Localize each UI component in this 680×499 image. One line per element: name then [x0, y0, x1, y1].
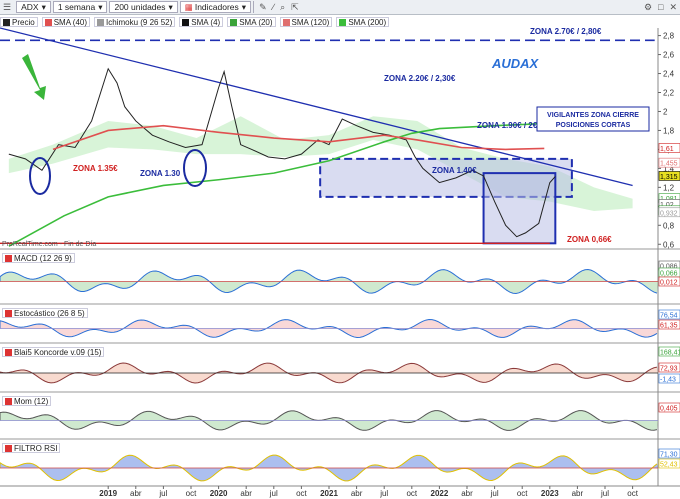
y-tick-label: 0,8 [663, 221, 675, 230]
zona-130-label: ZONA 1.30 [140, 169, 181, 178]
panel-color-swatch [5, 444, 12, 452]
mom-panel-label[interactable]: Mom (12) [2, 396, 52, 406]
price-tag-label: 1,455 [660, 161, 678, 168]
zona-135-label: ZONA 1.35€ [73, 164, 118, 173]
panel-color-swatch [5, 309, 12, 317]
x-tick-label: abr [130, 489, 142, 498]
panel-value-label: 0,405 [660, 406, 678, 413]
blai5-label-text: Blai5 Koncorde v.09 (15) [14, 347, 102, 357]
panel-value-label: 71,30 [660, 452, 678, 459]
x-tick-label: abr [240, 489, 252, 498]
zona-140-label: ZONA 1.40€ [432, 166, 477, 175]
y-tick-label: 2,4 [663, 70, 675, 79]
price-tag-label: 0,932 [660, 210, 678, 217]
panel-value-label: 0,012 [660, 280, 678, 287]
x-tick-label: oct [296, 489, 307, 498]
panel-value-label: -1,43 [660, 377, 676, 384]
x-tick-label: 2020 [210, 489, 228, 498]
x-tick-label: oct [627, 489, 638, 498]
x-tick-label: abr [572, 489, 584, 498]
x-tick-label: oct [517, 489, 528, 498]
y-tick-label: 2,8 [663, 32, 675, 41]
x-tick-label: abr [461, 489, 473, 498]
x-tick-label: 2022 [431, 489, 449, 498]
rsi-panel-label[interactable]: FILTRO RSI [2, 443, 61, 453]
x-tick-label: oct [186, 489, 197, 498]
panel-color-swatch [5, 397, 12, 405]
x-tick-label: jul [600, 489, 609, 498]
x-tick-label: 2021 [320, 489, 338, 498]
zona-190-label: ZONA 1.90€ / 2€ [477, 121, 538, 130]
x-tick-label: jul [490, 489, 499, 498]
chart-canvas: 2,82,62,42,221,81,61,41,210,80,61,3151,6… [0, 27, 680, 499]
vigilantes-line-2: POSICIONES CORTAS [556, 122, 631, 129]
panel-value-label: 76,54 [660, 313, 678, 320]
x-tick-label: jul [269, 489, 278, 498]
chart-background [0, 28, 680, 499]
panel-value-label: 72,93 [660, 366, 678, 373]
rsi-label-text: FILTRO RSI [14, 443, 58, 453]
y-tick-label: 1,2 [663, 183, 675, 192]
zona-220-label: ZONA 2.20€ / 2,30€ [384, 74, 456, 83]
y-tick-label: 1,8 [663, 126, 675, 135]
panel-value-label: 0,066 [660, 271, 678, 278]
y-tick-label: 2,6 [663, 51, 675, 60]
x-tick-label: jul [379, 489, 388, 498]
x-tick-label: 2019 [99, 489, 117, 498]
panel-value-label: 52,43 [660, 462, 678, 469]
price-tag-label: 1,315 [660, 174, 678, 181]
macd-label-text: MACD (12 26 9) [14, 253, 72, 263]
y-tick-label: 2 [663, 107, 668, 116]
panel-value-label: 61,35 [660, 323, 678, 330]
stoch-label-text: Estocástico (26 8 5) [14, 308, 85, 318]
zona-270-label: ZONA 2.70€ / 2,80€ [530, 27, 602, 36]
mom-label-text: Mom (12) [14, 396, 49, 406]
blai5-panel-label[interactable]: Blai5 Koncorde v.09 (15) [2, 347, 105, 357]
x-tick-label: jul [158, 489, 167, 498]
panel-value-label: 168,41 [660, 350, 680, 357]
panel-color-swatch [5, 348, 12, 356]
source-label: ProRealTime.com - Fin de Día [2, 241, 96, 248]
zona-066-label: ZONA 0,66€ [567, 235, 612, 244]
price-tag-label: 1,61 [660, 146, 674, 153]
zone-rect [482, 172, 557, 245]
macd-panel-label[interactable]: MACD (12 26 9) [2, 253, 75, 263]
x-tick-label: 2023 [541, 489, 559, 498]
x-tick-label: oct [406, 489, 417, 498]
y-tick-label: 0,6 [663, 240, 675, 249]
panel-color-swatch [5, 254, 12, 262]
audax-brand-label: AUDAX [491, 56, 540, 71]
stoch-panel-label[interactable]: Estocástico (26 8 5) [2, 308, 88, 318]
x-tick-label: abr [351, 489, 363, 498]
vigilantes-line-1: VIGILANTES ZONA CIERRE [547, 112, 639, 119]
y-tick-label: 2,2 [663, 88, 675, 97]
